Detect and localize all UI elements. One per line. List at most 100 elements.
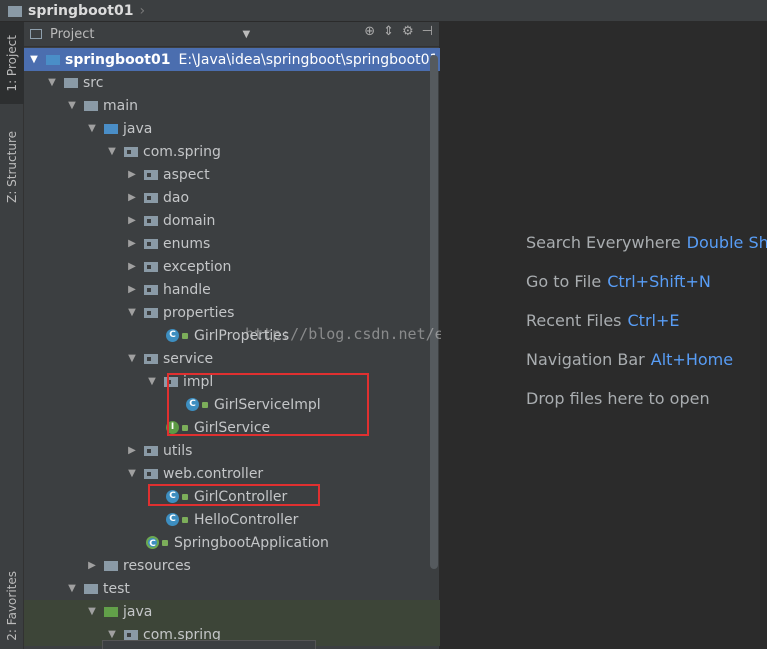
tree-row-main[interactable]: ▼ main — [24, 94, 440, 117]
collapsed-arrow-icon[interactable]: ▶ — [126, 192, 138, 203]
tree-row-girl-controller[interactable]: C GirlController — [24, 485, 440, 508]
tree-row-girl-service[interactable]: I GirlService — [24, 416, 440, 439]
expand-arrow-icon[interactable]: ▼ — [106, 146, 118, 157]
source-folder-icon — [104, 123, 118, 134]
package-icon — [144, 468, 158, 479]
package-icon — [124, 629, 138, 640]
collapsed-arrow-icon[interactable]: ▶ — [126, 238, 138, 249]
tree-row-girl-service-impl[interactable]: C GirlServiceImpl — [24, 393, 440, 416]
tree-label-handle: handle — [163, 281, 211, 298]
project-tree: ▼ springboot01 E:\Java\idea\springboot\s… — [24, 47, 440, 649]
tree-row-src[interactable]: ▼ src — [24, 71, 440, 94]
tree-label-girl-controller: GirlController — [194, 488, 288, 505]
tree-row-test-java[interactable]: ▼ java — [24, 600, 440, 623]
hint-drop-files: Drop files here to open — [526, 389, 710, 408]
tree-row-properties[interactable]: ▼ properties — [24, 301, 440, 324]
interface-icon: I — [166, 421, 179, 434]
tree-row-com-spring[interactable]: ▼ com.spring — [24, 140, 440, 163]
tree-label-springboot-application: SpringbootApplication — [174, 534, 329, 551]
expand-arrow-icon[interactable]: ▼ — [66, 583, 78, 594]
collapsed-arrow-icon[interactable]: ▶ — [126, 261, 138, 272]
project-view-icon — [30, 29, 42, 39]
collapsed-arrow-icon[interactable]: ▶ — [126, 284, 138, 295]
tab-project[interactable]: 1: Project — [0, 22, 24, 104]
hint-navigation-bar: Navigation Bar Alt+Home — [526, 350, 733, 369]
hint-label: Drop files here to open — [526, 389, 710, 408]
tree-row-resources[interactable]: ▶ resources — [24, 554, 440, 577]
module-folder-icon — [46, 54, 60, 65]
expand-arrow-icon[interactable]: ▼ — [126, 468, 138, 479]
package-icon — [144, 445, 158, 456]
expand-arrow-icon[interactable]: ▼ — [106, 629, 118, 640]
gear-icon[interactable]: ⚙ — [402, 24, 414, 39]
folder-icon — [64, 77, 78, 88]
project-folder-icon — [8, 6, 22, 17]
tree-label-aspect: aspect — [163, 166, 210, 183]
tab-structure-label: Z: Structure — [5, 131, 19, 203]
expand-arrow-icon[interactable]: ▼ — [28, 54, 40, 65]
tree-root-path: E:\Java\idea\springboot\springboot01 — [178, 51, 439, 68]
tree-row-impl[interactable]: ▼ impl — [24, 370, 440, 393]
expand-arrow-icon[interactable]: ▼ — [66, 100, 78, 111]
project-view-selector[interactable]: Project — [50, 27, 94, 42]
folder-icon — [84, 100, 98, 111]
class-icon: C — [166, 513, 179, 526]
tree-label-web-controller: web.controller — [163, 465, 264, 482]
expand-arrow-icon[interactable]: ▼ — [46, 77, 58, 88]
tree-label-test: test — [103, 580, 130, 597]
tree-row-web-controller[interactable]: ▼ web.controller — [24, 462, 440, 485]
breadcrumb-project-title[interactable]: springboot01 — [28, 3, 133, 19]
tree-row-dao[interactable]: ▶ dao — [24, 186, 440, 209]
tree-row-utils[interactable]: ▶ utils — [24, 439, 440, 462]
collapse-icon[interactable]: ⇕ — [383, 24, 394, 39]
tab-project-label: 1: Project — [5, 34, 19, 92]
tree-row-domain[interactable]: ▶ domain — [24, 209, 440, 232]
tab-favorites[interactable]: 2: Favorites — [0, 562, 24, 649]
package-icon — [144, 284, 158, 295]
hint-label: Search Everywhere — [526, 233, 681, 252]
tree-row-exception[interactable]: ▶ exception — [24, 255, 440, 278]
left-tool-stripe: 1: Project Z: Structure 2: Favorites — [0, 22, 24, 649]
tree-row-root[interactable]: ▼ springboot01 E:\Java\idea\springboot\s… — [24, 48, 440, 71]
package-icon — [144, 215, 158, 226]
tab-structure[interactable]: Z: Structure — [0, 122, 24, 212]
tree-row-handle[interactable]: ▶ handle — [24, 278, 440, 301]
tree-label-dao: dao — [163, 189, 190, 206]
tree-row-test[interactable]: ▼ test — [24, 577, 440, 600]
tree-row-springboot-application[interactable]: C SpringbootApplication — [24, 531, 440, 554]
tree-row-enums[interactable]: ▶ enums — [24, 232, 440, 255]
collapsed-arrow-icon[interactable]: ▶ — [126, 445, 138, 456]
hint-search-everywhere: Search Everywhere Double Shift — [526, 233, 767, 252]
expand-arrow-icon[interactable]: ▼ — [146, 376, 158, 387]
editor-area: Search Everywhere Double Shift Go to File… — [441, 22, 767, 649]
tree-row-service[interactable]: ▼ service — [24, 347, 440, 370]
vertical-scrollbar[interactable] — [430, 55, 438, 569]
tree-row-hello-controller[interactable]: C HelloController — [24, 508, 440, 531]
package-icon — [144, 307, 158, 318]
collapsed-arrow-icon[interactable]: ▶ — [126, 215, 138, 226]
expand-arrow-icon[interactable]: ▼ — [126, 307, 138, 318]
access-icon — [162, 539, 168, 546]
tree-row-aspect[interactable]: ▶ aspect — [24, 163, 440, 186]
hint-label: Recent Files — [526, 311, 622, 330]
expand-arrow-icon[interactable]: ▼ — [86, 123, 98, 134]
expand-arrow-icon[interactable]: ▼ — [86, 606, 98, 617]
access-icon — [182, 516, 188, 523]
tree-label-utils: utils — [163, 442, 193, 459]
pin-icon[interactable]: ⊣ — [422, 24, 433, 39]
expand-arrow-icon[interactable]: ▼ — [126, 353, 138, 364]
chevron-down-icon[interactable]: ▼ — [242, 29, 250, 40]
tree-label-domain: domain — [163, 212, 216, 229]
access-icon — [202, 401, 208, 408]
spring-boot-class-icon: C — [146, 536, 159, 549]
breadcrumb-bar: springboot01 › — [0, 0, 767, 22]
tree-row-java[interactable]: ▼ java — [24, 117, 440, 140]
access-icon — [182, 332, 188, 339]
tree-label-src: src — [83, 74, 104, 91]
collapsed-arrow-icon[interactable]: ▶ — [126, 169, 138, 180]
panel-toolbar: ⊕ ⇕ ⚙ ⊣ — [364, 24, 433, 39]
target-icon[interactable]: ⊕ — [364, 24, 375, 39]
collapsed-arrow-icon[interactable]: ▶ — [86, 560, 98, 571]
hint-label: Navigation Bar — [526, 350, 645, 369]
package-icon — [144, 238, 158, 249]
